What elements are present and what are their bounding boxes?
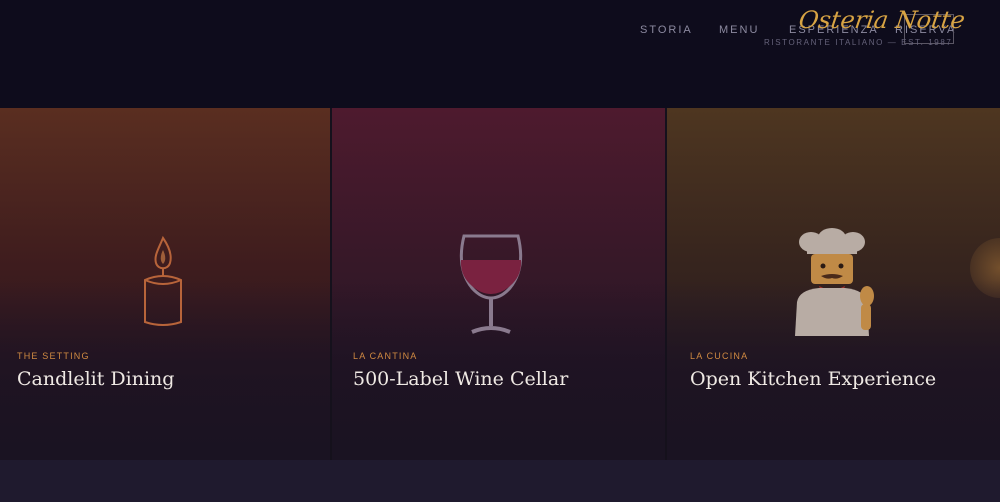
card-eyebrow: LA CUCINA bbox=[690, 351, 749, 361]
next-section-band bbox=[0, 460, 1000, 502]
feature-card-cucina[interactable]: LA CUCINA Open Kitchen Experience bbox=[667, 108, 1000, 460]
card-eyebrow: THE SETTING bbox=[17, 351, 90, 361]
card-divider bbox=[665, 108, 667, 460]
wine-glass-icon bbox=[459, 234, 523, 334]
card-title: 500-Label Wine Cellar bbox=[353, 368, 569, 390]
logo-script: Osteria Notte bbox=[797, 6, 967, 34]
candle-icon bbox=[144, 235, 182, 326]
logo-tagline: RISTORANTE ITALIANO — EST. 1987 bbox=[764, 38, 953, 47]
card-divider bbox=[330, 108, 332, 460]
site-header: STORIA MENU ESPERIENZA RISERVA Osteria N… bbox=[0, 0, 1000, 108]
nav-link-storia[interactable]: STORIA bbox=[640, 24, 693, 36]
chef-icon bbox=[795, 228, 874, 336]
card-title: Open Kitchen Experience bbox=[690, 368, 937, 390]
card-eyebrow: LA CANTINA bbox=[353, 351, 418, 361]
feature-card-cantina[interactable]: LA CANTINA 500-Label Wine Cellar bbox=[332, 108, 665, 460]
nav-link-menu[interactable]: MENU bbox=[719, 24, 759, 36]
site-logo[interactable]: Osteria Notte RISTORANTE ITALIANO — EST.… bbox=[764, 6, 967, 50]
feature-card-setting[interactable]: THE SETTING Candlelit Dining bbox=[0, 108, 330, 460]
card-title: Candlelit Dining bbox=[17, 368, 175, 390]
feature-cards: THE SETTING Candlelit Dining LA CANTINA … bbox=[0, 108, 1000, 460]
